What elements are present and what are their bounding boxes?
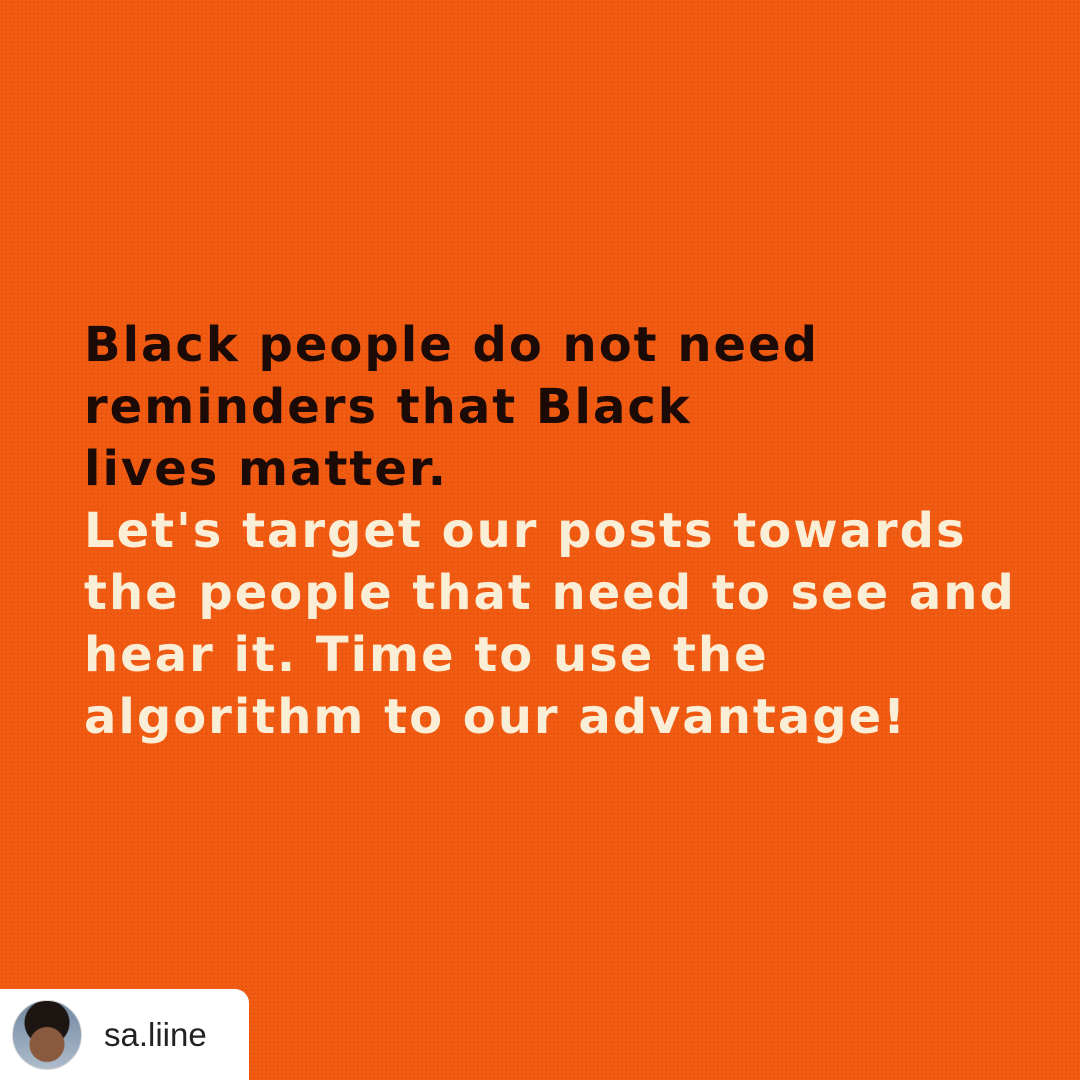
quote-line-light-4: algorithm to our advantage! — [84, 689, 908, 745]
quote-text-block: Black people do not need reminders that … — [84, 314, 1044, 748]
quote-line-dark-1: Black people do not need — [84, 317, 819, 373]
repost-credit-tag[interactable]: sa.liine — [0, 989, 249, 1080]
quote-line-light-1: Let's target our posts towards — [84, 503, 967, 559]
quote-line-light-3: hear it. Time to use the — [84, 627, 769, 683]
avatar[interactable] — [12, 999, 82, 1070]
quote-line-dark-3: lives matter. — [84, 441, 448, 497]
quote-line-dark-2: reminders that Black — [84, 379, 692, 435]
quote-line-light-2: the people that need to see and — [84, 565, 1016, 621]
repost-username[interactable]: sa.liine — [104, 1016, 207, 1054]
